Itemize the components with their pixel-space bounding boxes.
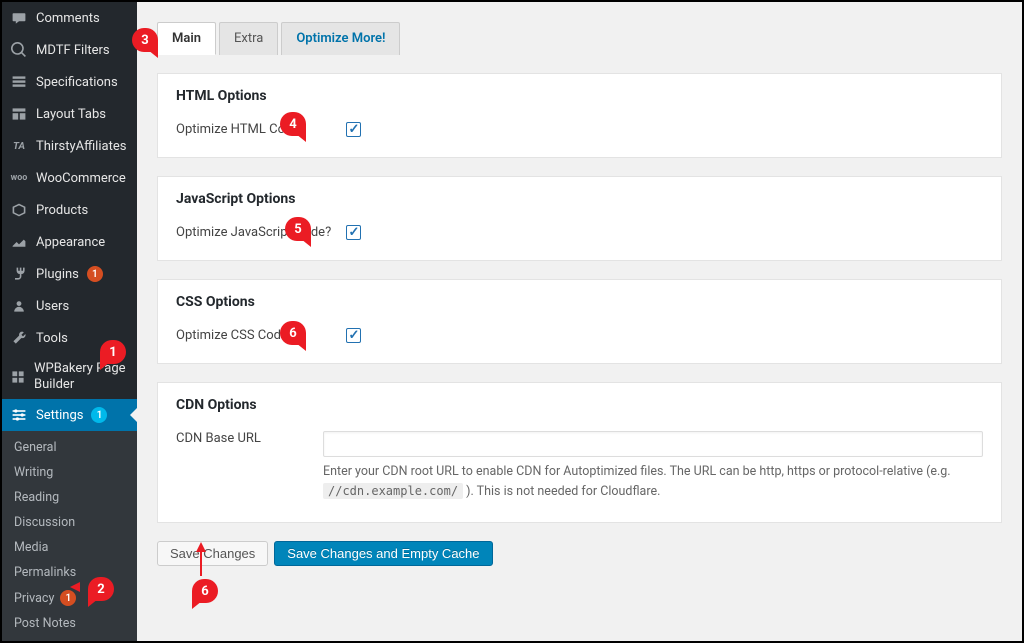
comment-icon bbox=[10, 9, 28, 27]
appearance-icon bbox=[10, 233, 28, 251]
option-label: Optimize HTML Code? bbox=[176, 122, 346, 137]
menu-label: Products bbox=[36, 203, 88, 218]
tab-optimize-more[interactable]: Optimize More! bbox=[281, 22, 400, 55]
menu-label: ThirstyAffiliates bbox=[36, 139, 126, 154]
submenu-permalinks[interactable]: Permalinks bbox=[2, 560, 137, 585]
option-row: Optimize CSS Code? bbox=[176, 328, 983, 343]
submenu-writing[interactable]: Writing bbox=[2, 460, 137, 485]
submenu-general[interactable]: General bbox=[2, 435, 137, 460]
helper-text: Enter your CDN root URL to enable CDN fo… bbox=[323, 463, 983, 502]
wpb-icon bbox=[10, 368, 26, 386]
users-icon bbox=[10, 297, 28, 315]
option-row: Optimize HTML Code? bbox=[176, 122, 983, 137]
menu-woocommerce[interactable]: woo WooCommerce bbox=[2, 162, 137, 194]
menu-label: WPBakery Page Builder bbox=[34, 361, 129, 392]
panel-html-options: HTML Options Optimize HTML Code? bbox=[157, 73, 1002, 158]
menu-label: Tools bbox=[36, 331, 68, 346]
menu-mdtf-filters[interactable]: MDTF Filters bbox=[2, 34, 137, 66]
menu-wpbakery[interactable]: WPBakery Page Builder bbox=[2, 354, 137, 399]
app-frame: Comments MDTF Filters Specifications Lay… bbox=[0, 0, 1024, 643]
menu-label: Layout Tabs bbox=[36, 107, 106, 122]
optimize-css-checkbox[interactable] bbox=[346, 328, 361, 343]
update-badge: 1 bbox=[87, 266, 103, 282]
menu-thirstyaffiliates[interactable]: TA ThirstyAffiliates bbox=[2, 130, 137, 162]
notice-badge: 1 bbox=[91, 407, 107, 423]
grid-icon bbox=[10, 73, 28, 91]
tab-main[interactable]: Main bbox=[157, 22, 216, 55]
admin-sidebar: Comments MDTF Filters Specifications Lay… bbox=[2, 2, 137, 641]
menu-label: Appearance bbox=[36, 235, 105, 250]
settings-submenu: General Writing Reading Discussion Media… bbox=[2, 431, 137, 641]
option-label: Optimize CSS Code? bbox=[176, 328, 346, 343]
menu-label: MDTF Filters bbox=[36, 43, 110, 58]
tab-extra[interactable]: Extra bbox=[219, 22, 278, 55]
ta-icon: TA bbox=[10, 137, 28, 155]
menu-users[interactable]: Users bbox=[2, 290, 137, 322]
layout-icon bbox=[10, 105, 28, 123]
option-label: Optimize JavaScript Code? bbox=[176, 225, 346, 240]
submenu-privacy[interactable]: Privacy 1 bbox=[2, 585, 137, 611]
menu-label: Settings bbox=[36, 408, 83, 423]
menu-label: Comments bbox=[36, 11, 100, 26]
optimize-js-checkbox[interactable] bbox=[346, 225, 361, 240]
menu-comments[interactable]: Comments bbox=[2, 2, 137, 34]
option-row: Optimize JavaScript Code? bbox=[176, 225, 983, 240]
panel-title: CSS Options bbox=[176, 294, 983, 310]
helper-code: //cdn.example.com/ bbox=[323, 483, 463, 499]
menu-label: Specifications bbox=[36, 75, 118, 90]
woo-icon: woo bbox=[10, 169, 28, 187]
settings-icon bbox=[10, 406, 28, 424]
option-label: CDN Base URL bbox=[176, 431, 323, 446]
panel-js-options: JavaScript Options Optimize JavaScript C… bbox=[157, 176, 1002, 261]
submenu-reading[interactable]: Reading bbox=[2, 485, 137, 510]
menu-label: WooCommerce bbox=[36, 171, 126, 186]
menu-tools[interactable]: Tools bbox=[2, 322, 137, 354]
cdn-base-url-input[interactable] bbox=[323, 431, 983, 457]
submenu-media[interactable]: Media bbox=[2, 535, 137, 560]
panel-cdn-options: CDN Options CDN Base URL Enter your CDN … bbox=[157, 382, 1002, 523]
search-icon bbox=[10, 41, 28, 59]
field-wrap: Enter your CDN root URL to enable CDN fo… bbox=[323, 431, 983, 502]
submenu-post-notes[interactable]: Post Notes bbox=[2, 611, 137, 636]
action-row: Save Changes Save Changes and Empty Cach… bbox=[157, 541, 1002, 566]
products-icon bbox=[10, 201, 28, 219]
menu-label: Plugins bbox=[36, 267, 79, 282]
privacy-badge: 1 bbox=[60, 590, 76, 606]
menu-label: Users bbox=[36, 299, 69, 314]
menu-products[interactable]: Products bbox=[2, 194, 137, 226]
panel-title: JavaScript Options bbox=[176, 191, 983, 207]
plugin-icon bbox=[10, 265, 28, 283]
option-row: CDN Base URL Enter your CDN root URL to … bbox=[176, 431, 983, 502]
panel-css-options: CSS Options Optimize CSS Code? bbox=[157, 279, 1002, 364]
menu-appearance[interactable]: Appearance bbox=[2, 226, 137, 258]
settings-main: Main Extra Optimize More! HTML Options O… bbox=[137, 2, 1022, 641]
save-changes-empty-cache-button[interactable]: Save Changes and Empty Cache bbox=[274, 541, 492, 566]
menu-settings[interactable]: Settings 1 bbox=[2, 399, 137, 431]
menu-plugins[interactable]: Plugins 1 bbox=[2, 258, 137, 290]
tools-icon bbox=[10, 329, 28, 347]
settings-tabs: Main Extra Optimize More! bbox=[157, 22, 1002, 55]
menu-layout-tabs[interactable]: Layout Tabs bbox=[2, 98, 137, 130]
panel-title: HTML Options bbox=[176, 88, 983, 104]
save-changes-button[interactable]: Save Changes bbox=[157, 541, 268, 566]
optimize-html-checkbox[interactable] bbox=[346, 122, 361, 137]
menu-specifications[interactable]: Specifications bbox=[2, 66, 137, 98]
submenu-discussion[interactable]: Discussion bbox=[2, 510, 137, 535]
submenu-hide-my-site[interactable]: Hide My Site bbox=[2, 636, 137, 641]
panel-title: CDN Options bbox=[176, 397, 983, 413]
